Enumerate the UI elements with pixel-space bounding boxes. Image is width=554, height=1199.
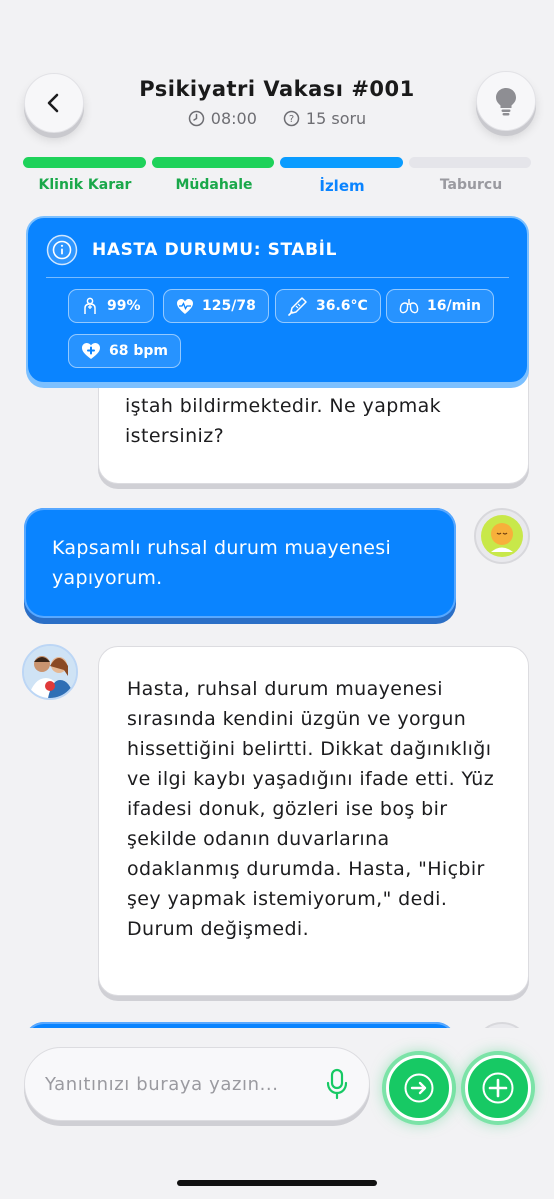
vital-blood-pressure-value: 125/78	[202, 298, 256, 314]
question-info: ? 15 soru	[283, 109, 366, 128]
heart-plus-icon	[82, 343, 100, 359]
vital-temperature: 36.6°C	[275, 289, 381, 323]
vital-heart-rate: 68 bpm	[68, 334, 181, 368]
add-button[interactable]	[465, 1055, 531, 1121]
progress-bar-monitoring	[280, 157, 403, 168]
assistant-message-text: Hasta, ruhsal durum muayenesi sırasında …	[127, 678, 495, 940]
vital-blood-pressure: 125/78	[163, 289, 269, 323]
lightbulb-icon	[496, 88, 516, 116]
send-button[interactable]	[386, 1055, 452, 1121]
user-message-text: Kapsamlı ruhsal durum muayenesi yapıyoru…	[52, 537, 392, 589]
user-avatar-partial	[474, 1022, 530, 1028]
assistant-message: Hasta, ruhsal durum muayenesi sırasında …	[98, 646, 529, 996]
message-input[interactable]	[45, 1066, 315, 1102]
vital-temperature-value: 36.6°C	[316, 298, 368, 314]
status-title: HASTA DURUMU: STABİL	[92, 240, 338, 260]
question-circle-icon: ?	[283, 110, 300, 127]
patient-status-card: HASTA DURUMU: STABİL 99% 125/78 36.6°C 1…	[26, 216, 529, 384]
vital-spo2-value: 99%	[107, 298, 141, 314]
arrow-right-icon	[404, 1073, 434, 1103]
vital-spo2: 99%	[68, 289, 154, 323]
progress-bar-intervention	[152, 157, 274, 168]
vital-heart-rate-value: 68 bpm	[109, 343, 168, 359]
user-avatar	[474, 508, 530, 564]
user-message: Kapsamlı ruhsal durum muayenesi yapıyoru…	[24, 508, 456, 618]
page-title: Psikiyatri Vakası #001	[139, 77, 415, 101]
svg-text:?: ?	[289, 114, 294, 125]
step-label-intervention[interactable]: Müdahale	[152, 177, 276, 193]
step-label-monitoring[interactable]: İzlem	[280, 177, 404, 195]
question-count: 15 soru	[305, 109, 367, 128]
case-meta: 08:00 ? 15 soru	[0, 109, 554, 128]
hint-button[interactable]	[476, 71, 536, 131]
doctor-avatar-image	[24, 646, 76, 698]
clock-icon	[188, 110, 205, 127]
home-indicator	[177, 1180, 377, 1186]
time-info: 08:00	[188, 109, 257, 128]
status-header: HASTA DURUMU: STABİL	[46, 234, 337, 266]
microphone-icon[interactable]	[325, 1068, 349, 1100]
step-label-discharge[interactable]: Taburcu	[409, 177, 533, 193]
message-composer	[24, 1047, 370, 1121]
status-divider	[46, 277, 509, 278]
progress-bar-clinical-decision	[23, 157, 146, 168]
time-value: 08:00	[210, 109, 257, 128]
thermometer-icon	[288, 297, 307, 316]
info-icon	[46, 234, 78, 266]
doctor-avatar	[22, 644, 78, 700]
assistant-message-text: iştah bildirmektedir. Ne yapmak istersin…	[125, 395, 442, 447]
oxygen-saturation-icon	[84, 297, 96, 314]
vital-respiration: 16/min	[386, 289, 494, 323]
heart-pulse-icon	[177, 298, 193, 314]
step-label-clinical-decision[interactable]: Klinik Karar	[23, 177, 147, 193]
progress-bar-discharge	[409, 157, 531, 168]
user-message-partial	[24, 1022, 456, 1028]
vital-respiration-value: 16/min	[427, 298, 481, 314]
user-avatar-image	[481, 515, 523, 557]
lungs-icon	[399, 299, 419, 314]
plus-icon	[482, 1072, 514, 1104]
